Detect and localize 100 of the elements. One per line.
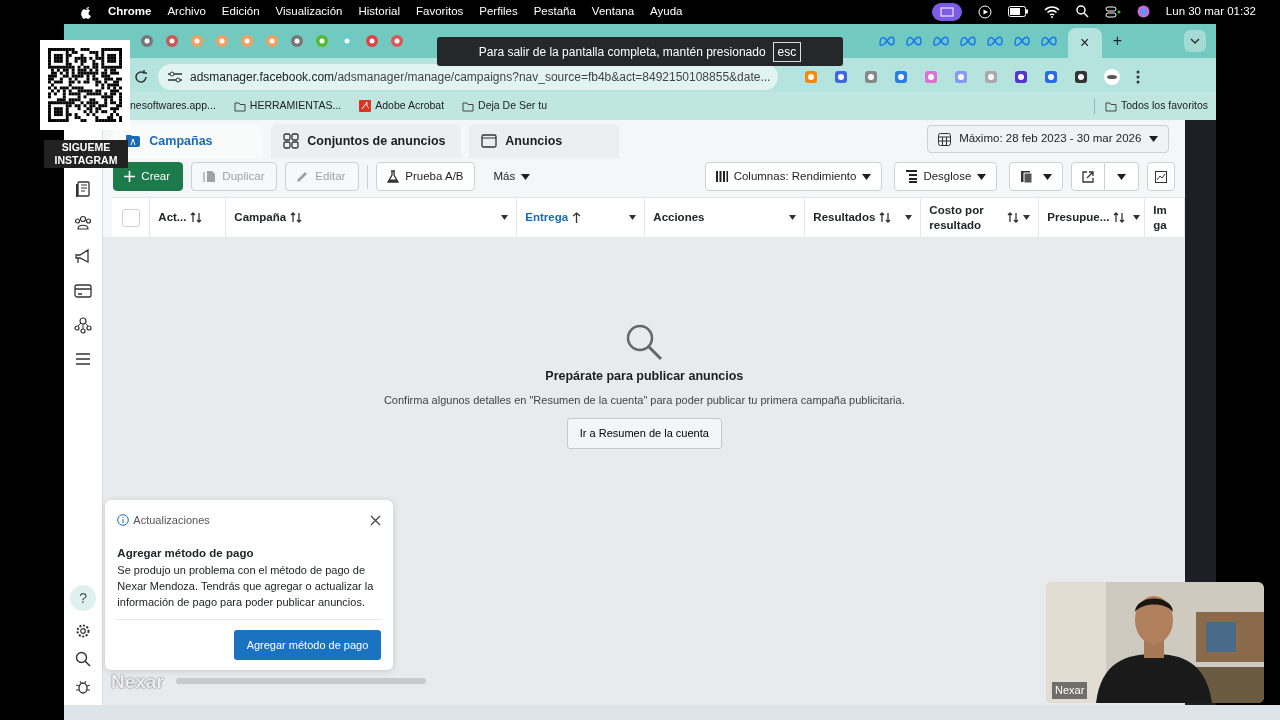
key-label: esc: [772, 41, 802, 62]
battery-icon[interactable]: [1007, 6, 1028, 17]
empty-state-text: Confirma algunos detalles en "Resumen de la cuenta" para poder publicar tu primera campaña publicitaria.: [383, 392, 905, 408]
sort-icon: [190, 212, 203, 223]
new-tab-button[interactable]: +: [1112, 29, 1122, 53]
tab-icon[interactable]: [315, 34, 329, 48]
overlay-name: Nexar: [111, 670, 164, 694]
bookmark[interactable]: HERRAMIENTAS...: [233, 98, 342, 114]
sort-icon: [290, 212, 303, 223]
address-bar[interactable]: adsmanager.facebook.com/adsmanager/manage/campaigns?nav_source=fb4b&act=8492150108855&date...: [158, 64, 778, 90]
tab-icon[interactable]: [390, 34, 404, 48]
menu-item[interactable]: Ventana: [591, 2, 635, 21]
close-tab-button[interactable]: ×: [1080, 31, 1090, 55]
toolbar-button[interactable]: Más: [482, 162, 542, 191]
settings-icon[interactable]: [75, 623, 92, 639]
toolbar-button[interactable]: Prueba A/B: [376, 162, 475, 191]
menu-item[interactable]: Visualización: [275, 2, 343, 21]
people-icon[interactable]: [74, 214, 93, 232]
column-header[interactable]: Costo por resultado: [921, 198, 1040, 237]
menu-item[interactable]: Favoritos: [416, 2, 464, 21]
scrollbar[interactable]: [176, 678, 426, 684]
apple-icon: [80, 4, 92, 19]
tab-icon[interactable]: [365, 34, 379, 48]
folder-icon: [1105, 100, 1118, 112]
checkbox[interactable]: [121, 208, 140, 227]
reports-button[interactable]: [1009, 162, 1064, 191]
column-header[interactable]: Acciones: [645, 198, 806, 237]
account-summary-button[interactable]: Ir a Resumen de la cuenta: [566, 418, 722, 449]
column-header[interactable]: Entrega: [517, 198, 646, 237]
reload-icon[interactable]: [134, 70, 148, 84]
avatar-icon[interactable]: [1104, 69, 1120, 85]
view-button[interactable]: Desglose: [894, 162, 998, 191]
sort-icon: [1113, 212, 1126, 223]
folder-icon: [125, 133, 142, 149]
network-icon[interactable]: [74, 316, 93, 334]
column-header[interactable]: Campaña: [226, 198, 518, 237]
notification-header: Actualizaciones: [133, 513, 210, 528]
play-icon[interactable]: [977, 4, 992, 19]
bookmark[interactable]: Deja De Ser tu: [462, 98, 547, 114]
date-range-button[interactable]: Máximo: 28 feb 2023 - 30 mar 2026: [927, 125, 1170, 153]
close-icon[interactable]: [370, 514, 382, 526]
url-text: adsmanager.facebook.com/adsmanager/manage/campaigns?nav_source=fb4b&act=8492150108855&date...: [190, 69, 771, 86]
menu-item[interactable]: Edición: [221, 2, 260, 21]
caret-icon: [789, 215, 797, 220]
bug-icon[interactable]: [75, 679, 92, 695]
column-header[interactable]: Resultados: [805, 198, 922, 237]
level-tab[interactable]: Conjuntos de anuncios: [271, 124, 462, 158]
bookmark[interactable]: Adobe Acrobat: [359, 98, 445, 114]
sort-icon: [879, 212, 892, 223]
caret-icon: [1149, 136, 1159, 142]
pencil-icon: [296, 170, 310, 183]
app-name[interactable]: Chrome: [108, 2, 152, 21]
menu-icon[interactable]: [74, 350, 93, 368]
window-icon: [481, 133, 498, 149]
wifi-icon[interactable]: [1043, 5, 1060, 18]
credit-card-icon[interactable]: [74, 282, 93, 300]
dropdown-button[interactable]: [1105, 162, 1140, 191]
view-button[interactable]: Columnas: Rendimiento: [704, 162, 883, 191]
menu-item[interactable]: Ayuda: [650, 2, 683, 21]
extension-icon[interactable]: [1014, 70, 1028, 84]
menu-item[interactable]: Archivo: [167, 2, 206, 21]
export-button[interactable]: [1071, 162, 1106, 191]
menu-item[interactable]: Pestaña: [533, 2, 576, 21]
tab-icon[interactable]: [165, 34, 179, 48]
control-center-icon[interactable]: [1104, 5, 1121, 18]
tab-icon[interactable]: [140, 34, 154, 48]
pdf-icon: [359, 100, 372, 112]
bookmark[interactable]: Todos los favoritos: [1094, 98, 1208, 114]
info-icon: [117, 514, 130, 527]
documents-icon[interactable]: [74, 180, 93, 198]
screen-share-icon[interactable]: [931, 2, 962, 21]
menu-item[interactable]: Historial: [358, 2, 400, 21]
caret-icon: [1117, 173, 1127, 180]
reports-icon: [1020, 170, 1034, 183]
external-link-icon: [1082, 170, 1095, 183]
browser-tab[interactable]: ×: [1067, 28, 1102, 58]
caret-icon: [501, 215, 509, 220]
columns-icon: [715, 170, 728, 183]
tab-search-icon[interactable]: [1184, 30, 1206, 52]
clock: Lun 30 mar 01:32: [1165, 3, 1256, 19]
menu-item[interactable]: Perfiles: [479, 2, 518, 21]
chart-button[interactable]: [1147, 162, 1176, 191]
assistant-icon[interactable]: [1136, 5, 1150, 18]
search-icon[interactable]: [75, 651, 92, 667]
column-header[interactable]: Act...: [150, 198, 227, 237]
breakdown-icon: [905, 170, 918, 183]
plus-icon: [124, 171, 136, 182]
tab-icon[interactable]: [290, 34, 304, 48]
caret-icon: [1043, 173, 1053, 180]
calendar-icon: [938, 132, 952, 146]
help-button[interactable]: ?: [70, 585, 97, 611]
search-icon[interactable]: [1075, 5, 1089, 18]
level-tab[interactable]: Anuncios: [469, 124, 620, 158]
notification-title: Agregar método de pago: [117, 545, 255, 561]
add-payment-button[interactable]: Agregar método de pago: [233, 629, 382, 661]
webcam-name: Nexar: [1052, 682, 1088, 699]
column-header[interactable]: Presupue...: [1039, 198, 1146, 237]
more-icon[interactable]: [1136, 70, 1140, 84]
bookmark[interactable]: nesoftwares.app...: [130, 98, 216, 114]
extension-icon[interactable]: [1074, 70, 1088, 84]
